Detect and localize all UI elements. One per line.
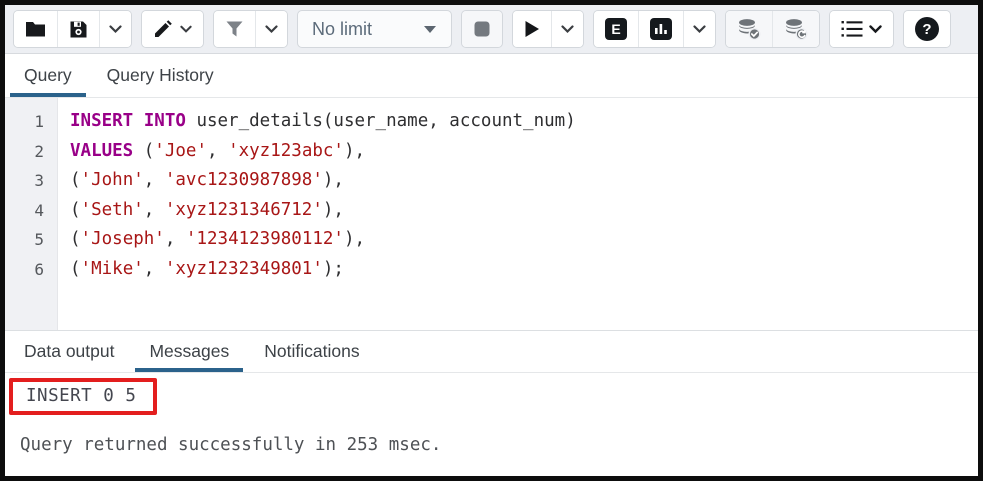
pencil-icon xyxy=(153,19,174,39)
database-rollback-icon xyxy=(784,18,808,40)
chevron-down-icon xyxy=(109,25,122,34)
macros-button-group xyxy=(829,10,894,48)
chevron-down-icon xyxy=(265,25,278,34)
filter-options-button[interactable] xyxy=(256,11,287,47)
explain-options-button[interactable] xyxy=(684,11,715,47)
transaction-button-group xyxy=(725,10,820,48)
execute-button[interactable] xyxy=(513,11,552,47)
chevron-down-icon xyxy=(693,25,706,34)
row-limit-value: No limit xyxy=(312,19,372,40)
explain-button[interactable]: E xyxy=(594,11,639,47)
stop-button-group xyxy=(461,10,503,48)
tab-query-label: Query xyxy=(24,65,72,86)
save-options-button[interactable] xyxy=(100,11,131,47)
messages-panel: INSERT 0 5 Query returned successfully i… xyxy=(5,373,978,476)
tab-query-history[interactable]: Query History xyxy=(93,54,228,97)
explain-analyze-button[interactable] xyxy=(639,11,684,47)
filter-icon xyxy=(225,20,244,38)
tab-data-output-label: Data output xyxy=(24,341,114,362)
save-icon xyxy=(69,20,88,39)
filter-button-group xyxy=(213,10,288,48)
stop-icon xyxy=(473,20,491,38)
edit-button[interactable] xyxy=(142,11,203,47)
filter-button[interactable] xyxy=(214,11,256,47)
tab-data-output[interactable]: Data output xyxy=(10,331,128,372)
chevron-down-icon xyxy=(869,25,882,34)
open-file-button[interactable] xyxy=(14,11,58,47)
code-line: ('Seth', 'xyz1231346712'), xyxy=(70,196,978,226)
explain-button-group: E xyxy=(593,10,716,48)
execute-options-button[interactable] xyxy=(552,11,583,47)
explain-e-icon: E xyxy=(605,18,627,40)
code-line: ('Mike', 'xyz1232349801'); xyxy=(70,255,978,285)
commit-button[interactable] xyxy=(726,11,773,47)
sql-editor[interactable]: 123456 INSERT INTO user_details(user_nam… xyxy=(5,98,978,330)
status-text: Query returned successfully in 253 msec. xyxy=(5,435,978,455)
tab-messages[interactable]: Messages xyxy=(135,331,243,372)
caret-down-icon xyxy=(423,25,437,34)
editor-tabbar: Query Query History xyxy=(5,54,978,98)
line-number: 6 xyxy=(5,255,57,285)
chevron-down-icon xyxy=(180,25,192,34)
row-limit-select[interactable]: No limit xyxy=(297,10,452,48)
result-annotation-box: INSERT 0 5 xyxy=(9,378,157,415)
tab-query[interactable]: Query xyxy=(10,54,86,97)
line-number: 3 xyxy=(5,166,57,196)
help-button[interactable]: ? xyxy=(904,11,950,47)
toolbar: No limit xyxy=(5,5,978,54)
line-number-gutter: 123456 xyxy=(5,98,58,330)
rollback-button[interactable] xyxy=(773,11,819,47)
file-button-group xyxy=(13,10,132,48)
execute-button-group xyxy=(512,10,584,48)
tab-notifications-label: Notifications xyxy=(264,341,359,362)
stop-button[interactable] xyxy=(462,11,502,47)
macros-button[interactable] xyxy=(830,11,893,47)
ordered-list-icon xyxy=(841,20,863,38)
code-lines: INSERT INTO user_details(user_name, acco… xyxy=(58,98,978,330)
edit-button-group xyxy=(141,10,204,48)
help-button-group: ? xyxy=(903,10,951,48)
line-number: 1 xyxy=(5,107,57,137)
database-commit-icon xyxy=(737,18,761,40)
line-number: 5 xyxy=(5,225,57,255)
tab-query-history-label: Query History xyxy=(107,65,214,86)
tab-messages-label: Messages xyxy=(149,341,229,362)
code-line: VALUES ('Joe', 'xyz123abc'), xyxy=(70,137,978,167)
output-tabbar: Data output Messages Notifications xyxy=(5,330,978,373)
save-button[interactable] xyxy=(58,11,100,47)
query-tool-window: No limit xyxy=(0,0,983,481)
chevron-down-icon xyxy=(561,25,574,34)
code-line: ('Joseph', '1234123980112'), xyxy=(70,225,978,255)
code-line: ('John', 'avc1230987898'), xyxy=(70,166,978,196)
result-text: INSERT 0 5 xyxy=(26,386,136,406)
folder-open-icon xyxy=(25,20,46,38)
tab-notifications[interactable]: Notifications xyxy=(250,331,373,372)
line-number: 2 xyxy=(5,137,57,167)
code-line: INSERT INTO user_details(user_name, acco… xyxy=(70,107,978,137)
line-number: 4 xyxy=(5,196,57,226)
bar-chart-icon xyxy=(650,18,672,40)
help-icon: ? xyxy=(915,17,939,41)
play-icon xyxy=(524,20,540,38)
